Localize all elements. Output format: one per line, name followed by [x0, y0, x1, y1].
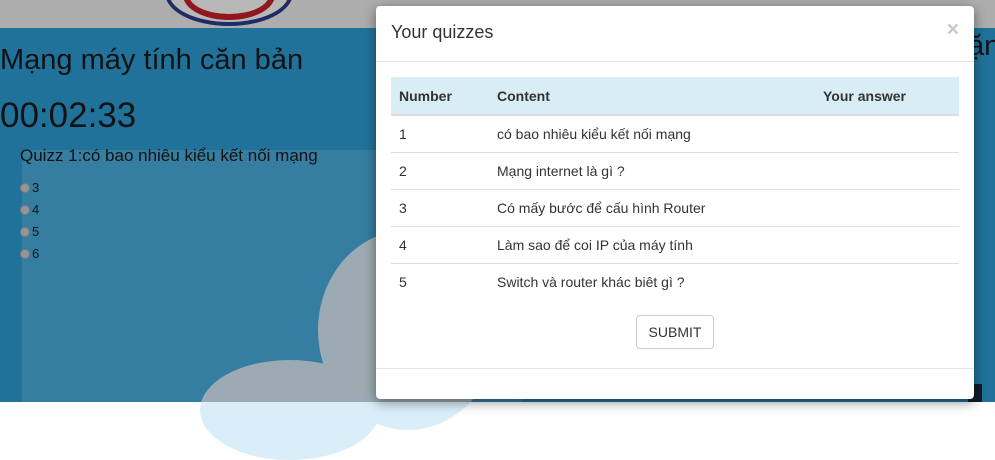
row-number: 1	[391, 114, 489, 153]
row-answer	[815, 114, 959, 153]
row-content: Có mấy bước để cấu hình Router	[489, 189, 815, 227]
table-row: 1 có bao nhiêu kiểu kết nối mạng	[391, 114, 959, 153]
row-number: 4	[391, 226, 489, 264]
table-row: 5 Switch và router khác biêt gì ?	[391, 263, 959, 300]
row-answer	[815, 226, 959, 264]
close-icon[interactable]: ×	[947, 18, 959, 42]
table-header-row: Number Content Your answer	[391, 77, 959, 116]
row-content: Mạng internet là gì ?	[489, 152, 815, 190]
quizzes-modal: Your quizzes × Number Content Your answe…	[376, 6, 974, 399]
row-number: 5	[391, 263, 489, 300]
row-answer	[815, 189, 959, 227]
column-header-answer: Your answer	[815, 77, 959, 116]
row-number: 3	[391, 189, 489, 227]
modal-header: Your quizzes ×	[376, 6, 974, 62]
modal-footer	[376, 368, 974, 399]
row-number: 2	[391, 152, 489, 190]
table-row: 3 Có mấy bước để cấu hình Router	[391, 189, 959, 227]
table-row: 4 Làm sao để coi IP của máy tính	[391, 226, 959, 264]
column-header-number: Number	[391, 77, 489, 116]
modal-title: Your quizzes	[391, 22, 494, 42]
row-content: có bao nhiêu kiểu kết nối mạng	[489, 114, 815, 153]
column-header-content: Content	[489, 77, 815, 116]
modal-body: Number Content Your answer 1 có bao nhiê…	[376, 62, 974, 364]
table-row: 2 Mạng internet là gì ?	[391, 152, 959, 190]
submit-wrapper: SUBMIT	[391, 315, 959, 349]
row-answer	[815, 152, 959, 190]
row-content: Làm sao để coi IP của máy tính	[489, 226, 815, 264]
row-content: Switch và router khác biêt gì ?	[489, 263, 815, 300]
quizzes-table: Number Content Your answer 1 có bao nhiê…	[391, 77, 959, 300]
row-answer	[815, 263, 959, 300]
submit-button[interactable]: SUBMIT	[635, 315, 715, 349]
